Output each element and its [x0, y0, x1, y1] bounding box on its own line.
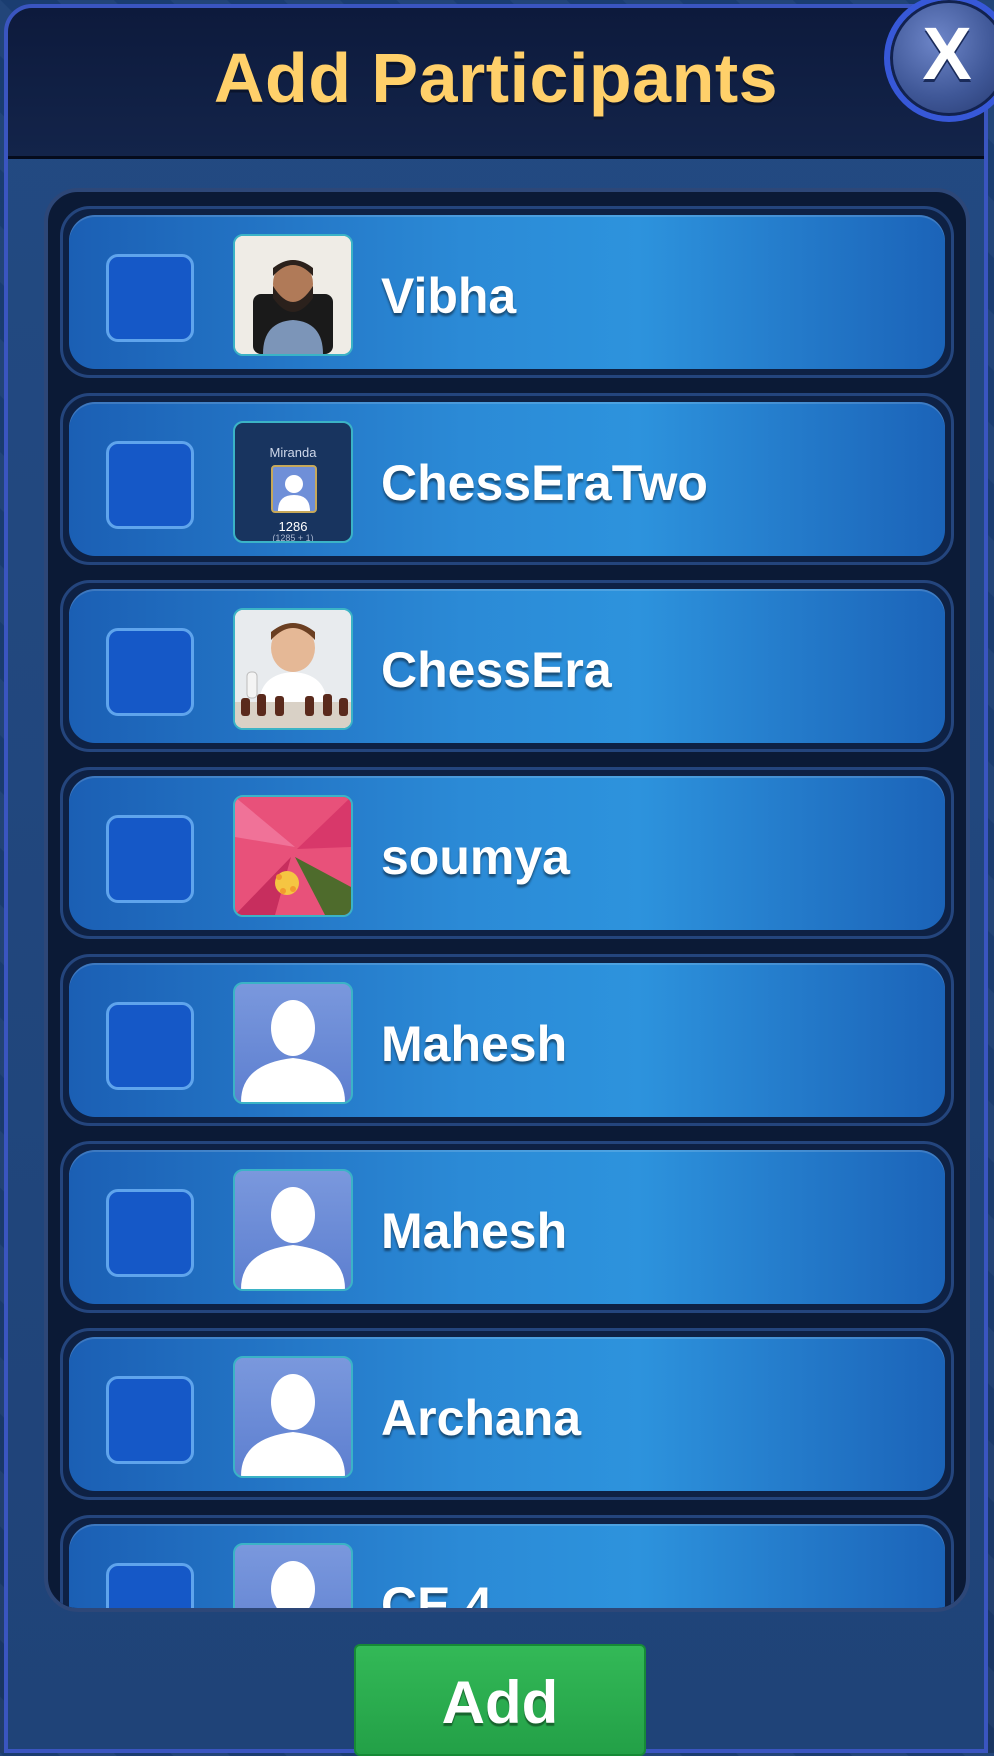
select-checkbox[interactable]	[106, 815, 194, 903]
close-icon: X	[922, 11, 972, 95]
list-item[interactable]: Vibha	[60, 206, 954, 378]
list-item[interactable]: CE 4	[60, 1515, 954, 1612]
default-avatar-icon	[233, 1169, 353, 1291]
list-item[interactable]: Mahesh	[60, 1141, 954, 1313]
list-item[interactable]: soumya	[60, 767, 954, 939]
add-button[interactable]: Add	[354, 1644, 646, 1756]
default-avatar-icon	[271, 465, 317, 513]
photo-man-icon	[233, 234, 353, 356]
card-player-name: Miranda	[269, 445, 317, 460]
participant-name: soumya	[381, 829, 570, 885]
default-avatar-icon	[233, 982, 353, 1104]
dialog-title: Add Participants	[213, 39, 779, 117]
select-checkbox[interactable]	[106, 1189, 194, 1277]
participant-name: Archana	[381, 1390, 582, 1446]
participant-name: ChessEraTwo	[381, 455, 708, 511]
player-card-icon: Miranda 1286 (1285 + 1)	[233, 421, 353, 543]
photo-boy-chess-icon	[233, 608, 353, 730]
select-checkbox[interactable]	[106, 1002, 194, 1090]
photo-flower-icon	[233, 795, 353, 917]
list-item[interactable]: ChessEra	[60, 580, 954, 752]
dialog-header: Add Participants	[8, 8, 984, 159]
participant-name: Vibha	[381, 268, 517, 324]
card-rating: 1286	[278, 519, 308, 534]
default-avatar-icon	[233, 1543, 353, 1608]
list-item[interactable]: Mahesh	[60, 954, 954, 1126]
select-checkbox[interactable]	[106, 441, 194, 529]
list-item[interactable]: Miranda 1286 (1285 + 1) ChessEraTwo	[60, 393, 954, 565]
default-avatar-icon	[233, 1356, 353, 1478]
participant-name: Mahesh	[381, 1203, 568, 1259]
participant-name: CE 4	[381, 1577, 493, 1612]
participant-name: Mahesh	[381, 1016, 568, 1072]
participants-list[interactable]: Vibha Miranda 1286 (1285 + 1) ChessEraTw…	[44, 188, 970, 1612]
select-checkbox[interactable]	[106, 1376, 194, 1464]
card-rating-detail: (1285 + 1)	[272, 533, 314, 543]
add-participants-dialog: Add Participants Vibha Miranda 1286 (128…	[4, 4, 988, 1753]
select-checkbox[interactable]	[106, 254, 194, 342]
add-button-label: Add	[441, 1669, 559, 1736]
list-item[interactable]: Archana	[60, 1328, 954, 1500]
select-checkbox[interactable]	[106, 628, 194, 716]
select-checkbox[interactable]	[106, 1563, 194, 1608]
participant-name: ChessEra	[381, 642, 612, 698]
